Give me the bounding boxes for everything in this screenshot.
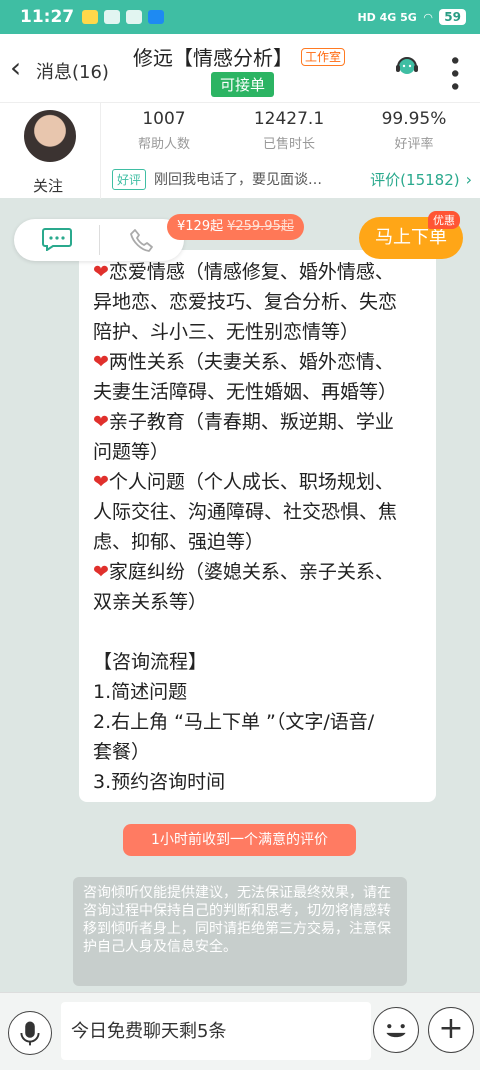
message-line: ❤个人问题（个人成长、职场规划、 bbox=[93, 471, 394, 493]
stat-label: 帮助人数 bbox=[137, 137, 190, 152]
avatar[interactable] bbox=[22, 108, 78, 164]
app-notification-icon bbox=[148, 10, 165, 24]
stat-helped: 1007 帮助人数 bbox=[114, 109, 214, 152]
current-price: ¥129起 bbox=[177, 219, 224, 234]
stat-label: 已售时长 bbox=[262, 137, 315, 152]
app-notification-icon bbox=[104, 10, 121, 24]
heart-icon: ❤ bbox=[93, 351, 109, 373]
profile-card: 关注 1007 帮助人数 12427.1 已售时长 99.95% 好评率 好评 … bbox=[0, 102, 480, 199]
message-input[interactable] bbox=[61, 1002, 371, 1060]
wifi-icon: ◠ bbox=[423, 10, 433, 24]
phone-icon[interactable] bbox=[128, 227, 156, 255]
message-text: ❤恋爱情感（情感修复、婚外情感、 异地恋、恋爱技巧、复合分析、失恋 陪护、斗小三… bbox=[79, 250, 436, 797]
battery-icon: 59 bbox=[439, 9, 466, 25]
original-price: ¥259.95起 bbox=[227, 219, 294, 234]
input-bar: + bbox=[0, 992, 480, 1070]
disclaimer-text: 咨询倾听仅能提供建议，无法保证最终效果，请在咨询过程中保持自己的判断和思考，切勿… bbox=[73, 877, 407, 986]
message-line: ❤家庭纠纷（婆媳关系、亲子关系、 bbox=[93, 561, 394, 583]
heart-icon: ❤ bbox=[93, 471, 109, 493]
message-line: 问题等） bbox=[93, 441, 170, 463]
chat-bubble-icon[interactable] bbox=[42, 227, 72, 251]
message-line: 异地恋、恋爱技巧、复合分析、失恋 bbox=[93, 291, 398, 313]
network-icons: HD 4G 5G bbox=[357, 10, 417, 24]
review-notice: 1小时前收到一个满意的评价 bbox=[123, 824, 356, 856]
review-summary[interactable]: 好评 刚回我电话了，要见面谈… 评价(15182) › bbox=[112, 165, 472, 193]
emoji-icon[interactable] bbox=[373, 1007, 419, 1053]
studio-tag: 工作室 bbox=[301, 47, 346, 66]
stat-value: 12427.1 bbox=[253, 109, 325, 129]
message-line: 2.右上角 “马上下单 ”（文字/语音/ bbox=[93, 711, 375, 733]
status-bar: 11:27 HD 4G 5G ◠ 59 bbox=[0, 0, 480, 34]
back-arrow-icon[interactable]: ‹ bbox=[10, 54, 21, 82]
divider bbox=[99, 225, 100, 255]
stat-value: 1007 bbox=[142, 109, 186, 129]
price-badge: ¥129起 ¥259.95起 bbox=[167, 214, 304, 240]
add-attachment-button[interactable]: + bbox=[428, 1007, 474, 1053]
counselor-name: 修远【情感分析】 bbox=[133, 46, 293, 70]
chat-header: ‹ 消息(16) 修远【情感分析】 工作室 可接单 ••• bbox=[0, 34, 480, 102]
status-right: HD 4G 5G ◠ 59 bbox=[357, 9, 466, 25]
stat-label: 好评率 bbox=[394, 137, 434, 152]
status-time: 11:27 bbox=[20, 7, 75, 27]
message-line: 双亲关系等） bbox=[93, 591, 208, 613]
divider bbox=[100, 103, 101, 199]
stat-value: 99.95% bbox=[381, 109, 447, 129]
heart-icon: ❤ bbox=[93, 561, 109, 583]
message-line: ❤恋爱情感（情感修复、婚外情感、 bbox=[93, 261, 394, 283]
message-line: ❤亲子教育（青春期、叛逆期、学业 bbox=[93, 411, 394, 433]
message-line bbox=[93, 617, 421, 647]
more-options-icon[interactable]: ••• bbox=[441, 54, 466, 93]
follow-button[interactable]: 关注 bbox=[33, 175, 63, 196]
stat-hours: 12427.1 已售时长 bbox=[239, 109, 339, 152]
message-line: ❤两性关系（夫妻关系、婚外恋情、 bbox=[93, 351, 394, 373]
notification-icons bbox=[82, 10, 165, 24]
review-snippet: 刚回我电话了，要见面谈… bbox=[154, 172, 323, 188]
review-count-link[interactable]: 评价(15182) bbox=[370, 169, 459, 190]
message-bubble: ❤恋爱情感（情感修复、婚外情感、 异地恋、恋爱技巧、复合分析、失恋 陪护、斗小三… bbox=[79, 250, 436, 802]
message-line: 1.简述问题 bbox=[93, 681, 188, 703]
message-line: 夫妻生活障碍、无性婚姻、再婚等） bbox=[93, 381, 398, 403]
message-line: 套餐） bbox=[93, 741, 151, 763]
app-notification-icon bbox=[82, 10, 99, 24]
app-notification-icon bbox=[126, 10, 143, 24]
availability-badge: 可接单 bbox=[211, 72, 275, 97]
heart-icon: ❤ bbox=[93, 411, 109, 433]
back-button[interactable]: 消息(16) bbox=[36, 58, 109, 84]
message-line: 陪护、斗小三、无性别恋情等） bbox=[93, 321, 360, 343]
title-row: 修远【情感分析】 工作室 bbox=[133, 42, 346, 71]
discount-badge: 优惠 bbox=[428, 211, 460, 229]
stat-rating: 99.95% 好评率 bbox=[364, 109, 464, 152]
chevron-right-icon: › bbox=[465, 169, 472, 189]
message-line: 【咨询流程】 bbox=[93, 651, 208, 673]
review-tag: 好评 bbox=[112, 168, 147, 190]
message-line: 人际交往、沟通障碍、社交恐惧、焦 bbox=[93, 501, 398, 523]
message-line: 3.预约咨询时间 bbox=[93, 771, 226, 793]
heart-icon: ❤ bbox=[93, 261, 109, 283]
microphone-icon[interactable] bbox=[8, 1011, 52, 1055]
message-line: 虑、抑郁、强迫等） bbox=[93, 531, 265, 553]
contact-pill bbox=[14, 219, 184, 261]
customer-service-icon[interactable] bbox=[394, 54, 420, 80]
